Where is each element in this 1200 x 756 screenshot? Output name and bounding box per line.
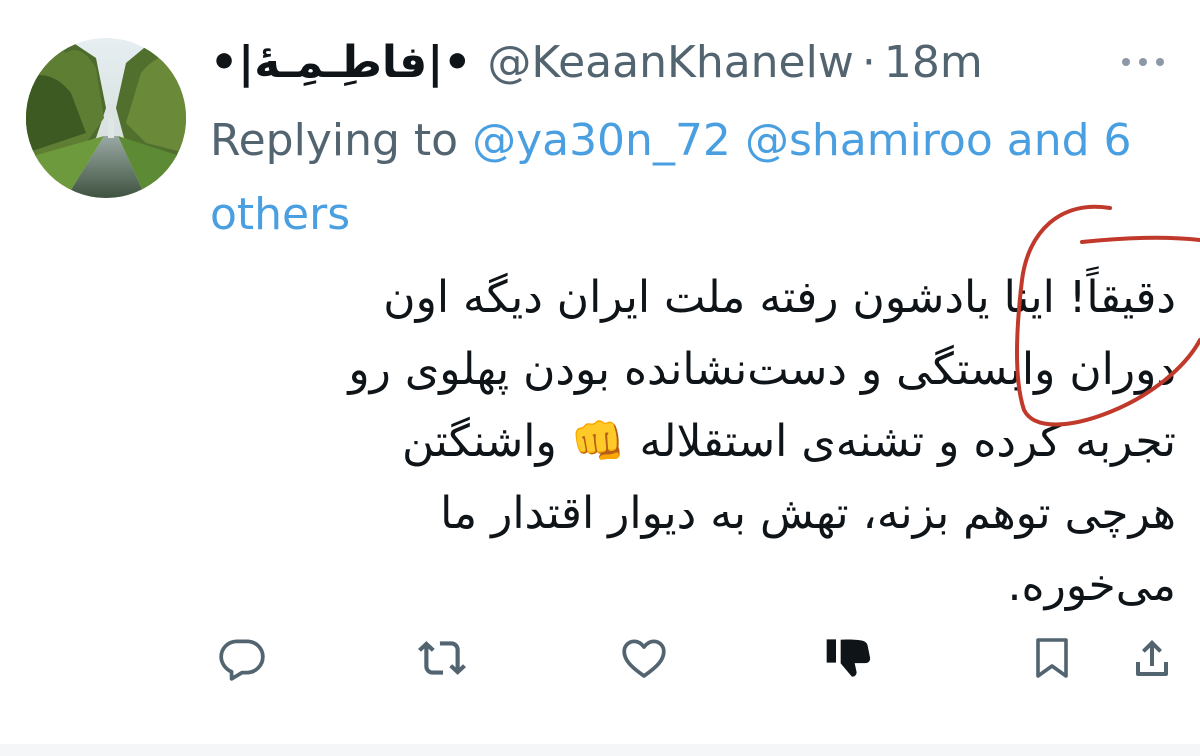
mention-link[interactable]: @shamiroo <box>745 115 993 166</box>
heart-icon[interactable] <box>616 620 672 696</box>
bookmark-icon[interactable] <box>1024 620 1080 696</box>
tweet-text: دقیقاً! اینا یادشون رفته ملت ایران دیگه … <box>230 262 1176 622</box>
timestamp[interactable]: 18m <box>884 37 983 88</box>
retweet-icon[interactable] <box>414 620 470 696</box>
avatar-image <box>26 38 186 198</box>
tweet-text-line: می‌خوره. <box>1007 560 1176 611</box>
display-name[interactable]: •|فاطِـمِـۀ|• <box>210 37 471 88</box>
tweet-header: •|فاطِـمِـۀ|• @KeaanKhanelw · 18m <box>210 30 983 94</box>
tweet-text-line: تجربه کرده و تشنه‌ی استقلاله 👊 واشنگتن <box>402 416 1176 467</box>
tweet-text-line: هرچی توهم بزنه، تهش به دیوار اقتدار ما <box>440 488 1176 539</box>
replying-to: Replying to @ya30n_72 @shamiroo and 6 ot… <box>210 104 1170 252</box>
tweet-text-line: دوران وابستگی و دست‌نشانده بودن پهلوی رو <box>348 344 1176 395</box>
replying-to-label: Replying to <box>210 115 459 166</box>
tweet-text-line: دقیقاً! اینا یادشون رفته ملت ایران دیگه … <box>383 272 1176 323</box>
thumbs-down-icon[interactable] <box>822 620 878 696</box>
user-handle[interactable]: @KeaanKhanelw <box>487 37 853 88</box>
action-bar <box>0 620 1200 696</box>
share-icon[interactable] <box>1124 620 1180 696</box>
mention-connector[interactable]: and <box>1007 115 1090 166</box>
avatar[interactable] <box>26 38 186 198</box>
reply-bubble-icon[interactable] <box>214 620 270 696</box>
mention-link[interactable]: @ya30n_72 <box>472 115 731 166</box>
separator-dot: · <box>861 36 876 88</box>
more-horizontal-icon[interactable] <box>1122 50 1164 74</box>
bottom-divider <box>0 744 1200 756</box>
